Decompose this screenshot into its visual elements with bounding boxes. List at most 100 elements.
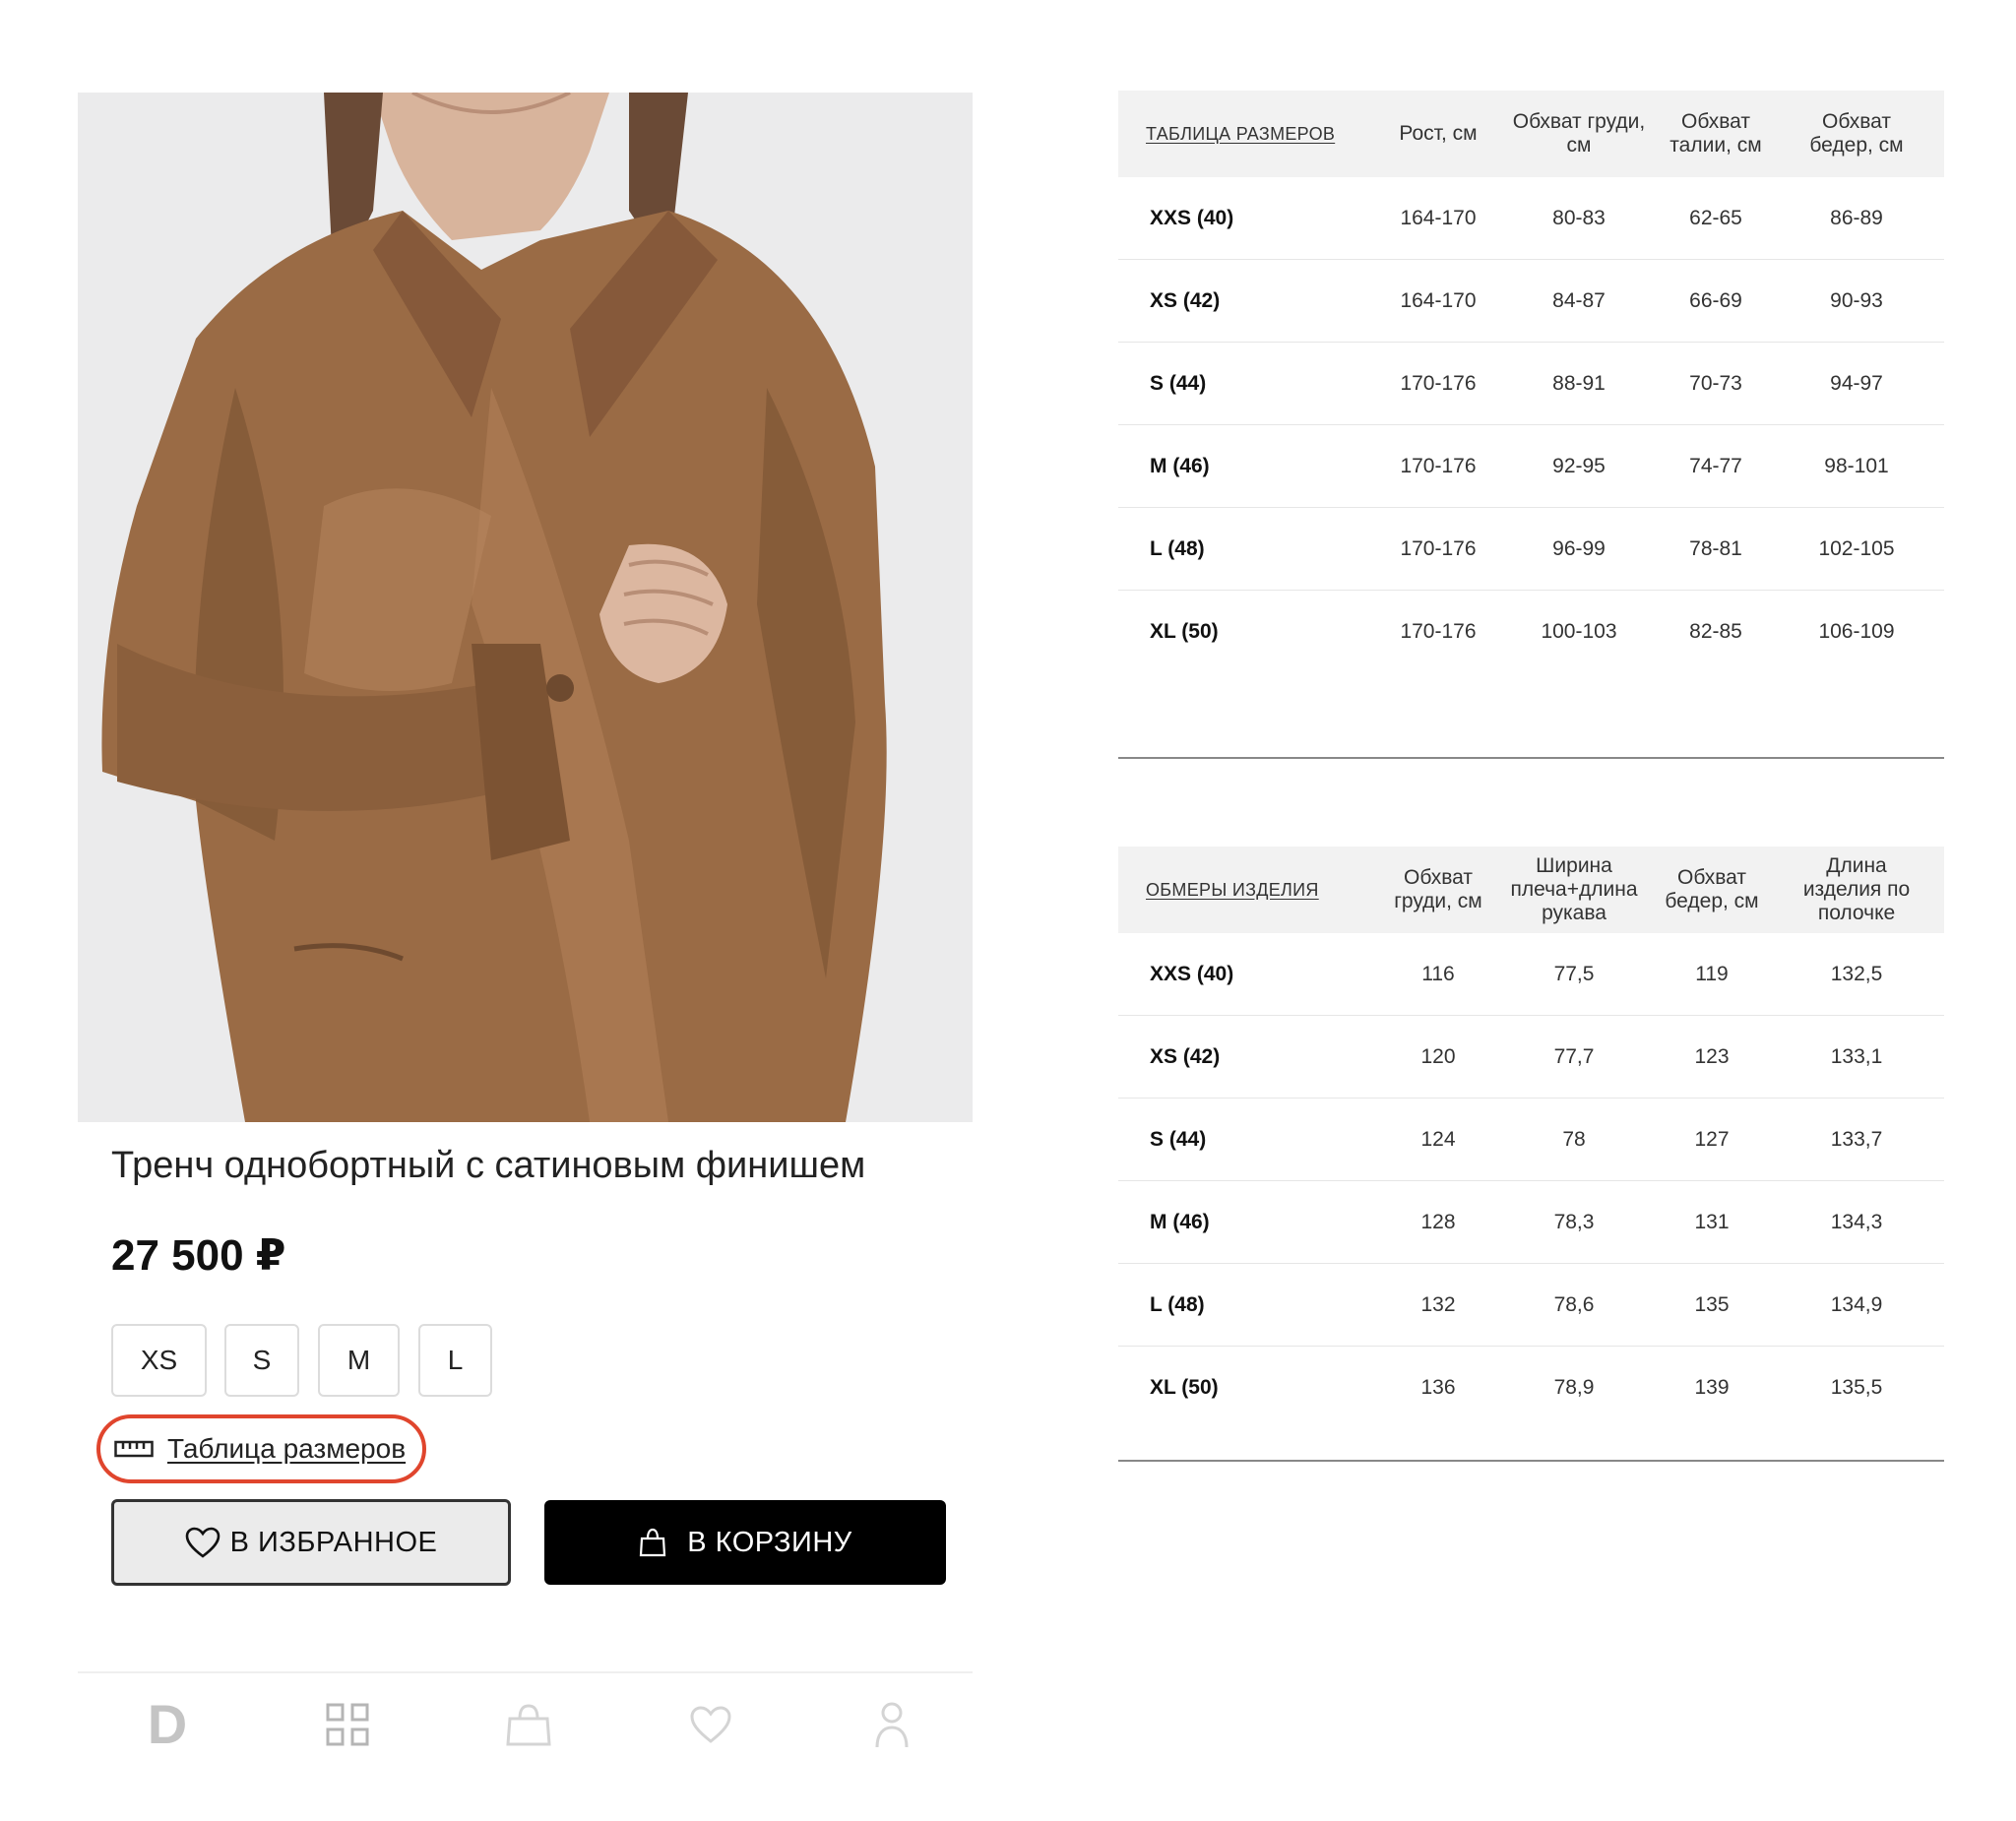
measurements-table-title: ОБМЕРЫ ИЗДЕЛИЯ [1146,879,1319,900]
table-cell: 119 [1695,962,1729,985]
column-header: Ширина плеча+длина рукава [1510,853,1638,925]
size-table-title: ТАБЛИЦА РАЗМЕРОВ [1146,123,1336,144]
size-label-cell: XS (42) [1150,1044,1221,1068]
catalog-icon [326,1703,369,1746]
table-cell: 86-89 [1830,206,1883,229]
tab-catalog[interactable] [318,1695,377,1754]
size-label-cell: L (48) [1150,536,1205,560]
size-label-cell: XXS (40) [1150,206,1234,229]
table-cell: 70-73 [1689,371,1742,395]
table-cell: 78,3 [1553,1210,1595,1233]
table-cell: 128 [1420,1210,1456,1233]
size-label-cell: S (44) [1150,1127,1207,1151]
table-cell: 170-176 [1400,620,1477,643]
size-label-cell: S (44) [1150,371,1207,395]
table-row: XS (42) 120 77,7 123 133,1 [1118,1016,1944,1099]
column-header: Обхват груди, см [1512,109,1646,157]
size-label-cell: XL (50) [1150,1376,1219,1399]
add-to-cart-button[interactable]: В КОРЗИНУ [544,1500,946,1585]
column-header: Обхват бедер, см [1809,109,1904,157]
favorites-label: В ИЗБРАННОЕ [229,1526,438,1558]
table-cell: 135 [1694,1292,1730,1316]
table-cell: 92-95 [1552,454,1606,477]
column-header: Длина изделия по полочке [1802,853,1911,925]
table-cell: 77,7 [1553,1044,1595,1068]
table-cell: 78,6 [1553,1292,1595,1316]
table-cell: 100-103 [1541,620,1617,643]
table-row: XXS (40) 164-170 80-83 62-65 86-89 [1118,177,1944,260]
size-option-l[interactable]: L [418,1324,492,1397]
table-cell: 74-77 [1689,454,1742,477]
size-label-cell: XXS (40) [1150,962,1234,985]
ruler-icon [114,1440,154,1458]
table-cell: 170-176 [1400,371,1477,395]
size-guide-label: Таблица размеров [167,1433,407,1464]
table-row: XL (50) 136 78,9 139 135,5 [1118,1347,1944,1429]
size-label-cell: M (46) [1150,1210,1210,1233]
table-cell: 116 [1421,962,1455,985]
table-cell: 135,5 [1830,1376,1883,1399]
size-option-s[interactable]: S [224,1324,299,1397]
table-cell: 133,7 [1830,1127,1883,1151]
heart-icon [185,1527,220,1558]
size-label-cell: XS (42) [1150,288,1221,312]
table-cell: 94-97 [1830,371,1883,395]
tab-home[interactable]: D [138,1695,197,1754]
size-option-xs[interactable]: XS [111,1324,207,1397]
table-divider [1118,757,1944,759]
table-row: S (44) 170-176 88-91 70-73 94-97 [1118,343,1944,425]
bottom-tab-bar: D [78,1695,973,1754]
table-cell: 84-87 [1552,288,1606,312]
table-cell: 133,1 [1830,1044,1883,1068]
table-cell: 90-93 [1830,288,1883,312]
table-cell: 96-99 [1552,536,1606,560]
table-cell: 127 [1694,1127,1730,1151]
table-cell: 124 [1420,1127,1456,1151]
tab-bag[interactable] [499,1695,558,1754]
table-cell: 139 [1694,1376,1730,1399]
size-table-header: ТАБЛИЦА РАЗМЕРОВ Рост, см Обхват груди, … [1118,91,1944,177]
bag-icon [506,1704,551,1746]
add-to-favorites-button[interactable]: В ИЗБРАННОЕ [111,1499,511,1586]
measurements-table: ОБМЕРЫ ИЗДЕЛИЯ Обхват груди, см Ширина п… [1118,847,1944,1467]
table-cell: 66-69 [1689,288,1742,312]
table-cell: 77,5 [1553,962,1595,985]
measurements-table-header: ОБМЕРЫ ИЗДЕЛИЯ Обхват груди, см Ширина п… [1118,847,1944,933]
table-cell: 134,3 [1830,1210,1883,1233]
table-cell: 82-85 [1689,620,1742,643]
tab-profile[interactable] [862,1695,921,1754]
column-header: Рост, см [1399,121,1478,145]
table-cell: 132,5 [1830,962,1883,985]
product-title: Тренч однобортный с сатиновым финишем [111,1145,866,1186]
column-header: Обхват талии, см [1670,109,1762,157]
table-cell: 120 [1420,1044,1456,1068]
table-row: S (44) 124 78 127 133,7 [1118,1099,1944,1181]
column-header: Обхват груди, см [1394,865,1482,912]
table-cell: 170-176 [1400,454,1477,477]
table-row: XL (50) 170-176 100-103 82-85 106-109 [1118,591,1944,673]
column-header: Обхват бедер, см [1665,865,1759,912]
tab-favorites[interactable] [681,1695,740,1754]
table-row: M (46) 128 78,3 131 134,3 [1118,1181,1944,1264]
table-cell: 78-81 [1689,536,1742,560]
tabbar-divider [78,1671,973,1673]
profile-icon [875,1702,909,1748]
size-label-cell: L (48) [1150,1292,1205,1316]
table-cell: 106-109 [1818,620,1895,643]
table-cell: 170-176 [1400,536,1477,560]
size-table: ТАБЛИЦА РАЗМЕРОВ Рост, см Обхват груди, … [1118,91,1944,770]
table-cell: 132 [1420,1292,1456,1316]
size-option-m[interactable]: M [318,1324,400,1397]
size-guide-link[interactable]: Таблица размеров [96,1414,426,1483]
table-cell: 134,9 [1830,1292,1883,1316]
table-row: L (48) 170-176 96-99 78-81 102-105 [1118,508,1944,591]
brand-logo-icon: D [147,1693,188,1755]
table-cell: 78,9 [1553,1376,1595,1399]
table-cell: 164-170 [1400,206,1477,229]
table-row: M (46) 170-176 92-95 74-77 98-101 [1118,425,1944,508]
table-cell: 80-83 [1552,206,1606,229]
table-cell: 136 [1420,1376,1456,1399]
table-row: XS (42) 164-170 84-87 66-69 90-93 [1118,260,1944,343]
product-image [78,93,973,1122]
table-row: L (48) 132 78,6 135 134,9 [1118,1264,1944,1347]
